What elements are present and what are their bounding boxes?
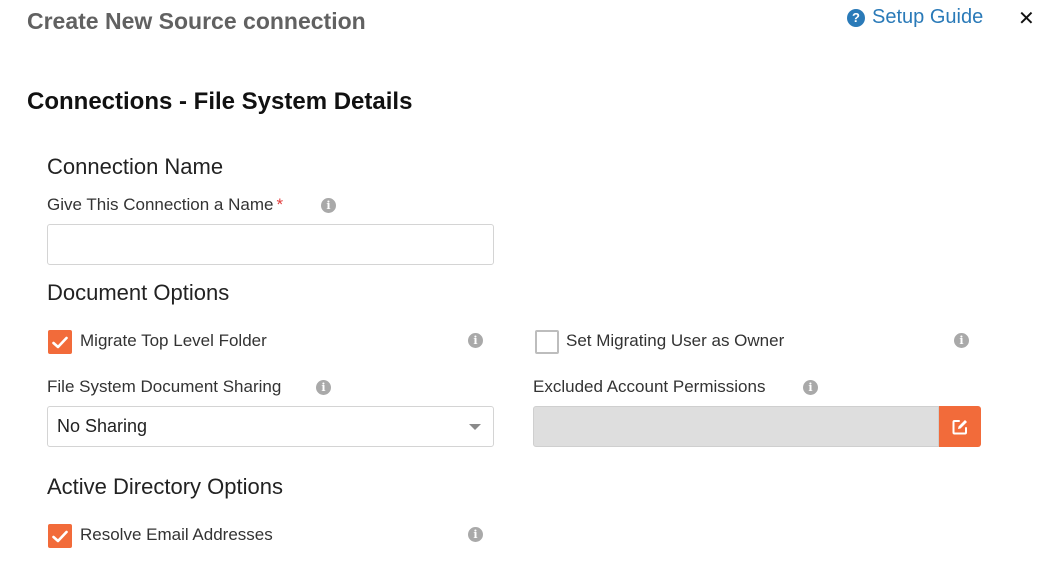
info-icon[interactable]: i bbox=[954, 333, 969, 348]
migrate-top-level-folder-label: Migrate Top Level Folder bbox=[80, 331, 267, 350]
edit-permissions-button[interactable] bbox=[939, 406, 981, 447]
document-sharing-label: File System Document Sharing bbox=[47, 377, 282, 396]
help-icon: ? bbox=[847, 8, 865, 27]
connection-name-input[interactable] bbox=[47, 224, 494, 265]
dialog-title: Create New Source connection bbox=[27, 8, 366, 34]
info-icon[interactable]: i bbox=[316, 380, 331, 395]
connection-name-label: Give This Connection a Name * bbox=[47, 195, 283, 215]
info-icon[interactable]: i bbox=[468, 527, 483, 542]
resolve-email-addresses-checkbox[interactable] bbox=[48, 524, 72, 548]
active-directory-options-heading: Active Directory Options bbox=[47, 474, 283, 499]
setup-guide-label: Setup Guide bbox=[872, 6, 984, 28]
connection-name-heading: Connection Name bbox=[47, 154, 224, 179]
info-icon[interactable]: i bbox=[803, 380, 818, 395]
document-sharing-select[interactable]: No Sharing bbox=[47, 406, 494, 447]
check-icon bbox=[52, 336, 68, 348]
set-migrating-user-as-owner-label: Set Migrating User as Owner bbox=[566, 331, 785, 350]
info-icon[interactable]: i bbox=[468, 333, 483, 348]
connection-name-label-text: Give This Connection a Name bbox=[47, 195, 274, 214]
setup-guide-link[interactable]: ? Setup Guide bbox=[847, 6, 983, 29]
resolve-email-addresses-label: Resolve Email Addresses bbox=[80, 525, 273, 544]
required-asterisk: * bbox=[276, 195, 284, 214]
check-icon bbox=[52, 530, 68, 542]
migrate-top-level-folder-checkbox[interactable] bbox=[48, 330, 72, 354]
caret-down-icon bbox=[469, 424, 481, 430]
section-title: Connections - File System Details bbox=[27, 88, 413, 115]
set-migrating-user-as-owner-checkbox[interactable] bbox=[535, 330, 559, 354]
close-icon[interactable]: ✕ bbox=[1018, 6, 1035, 31]
document-options-heading: Document Options bbox=[47, 280, 230, 305]
info-icon[interactable]: i bbox=[321, 198, 336, 213]
excluded-permissions-label: Excluded Account Permissions bbox=[533, 377, 766, 396]
document-sharing-selected-value: No Sharing bbox=[57, 416, 148, 436]
edit-icon bbox=[952, 419, 967, 434]
excluded-permissions-field bbox=[533, 406, 939, 447]
